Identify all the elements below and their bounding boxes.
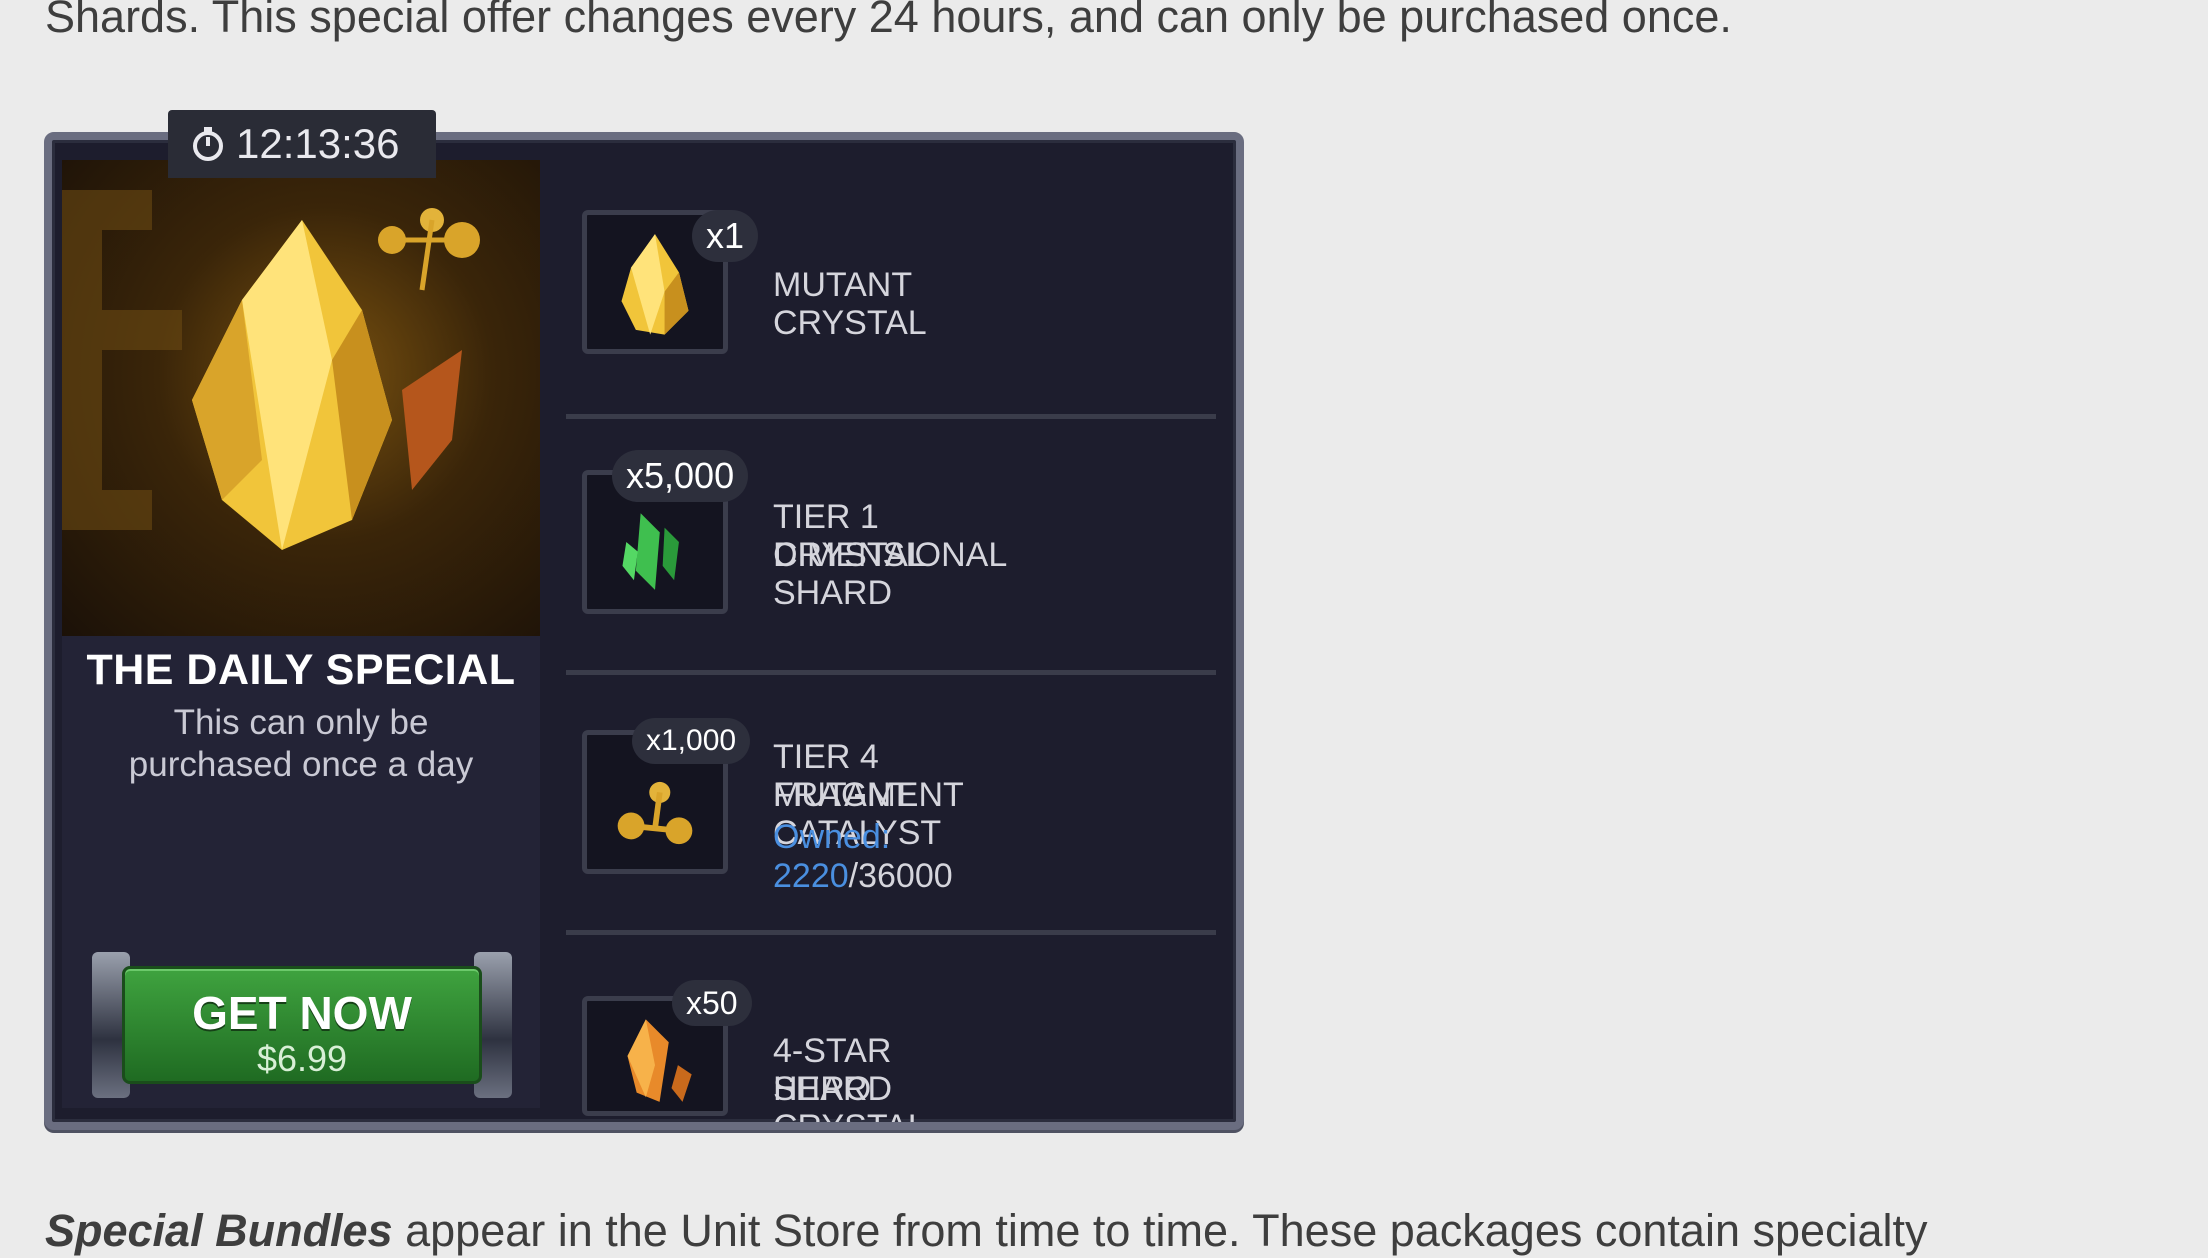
timer-value: 12:13:36 (236, 120, 400, 167)
owned-count: Owned: 2220/36000 (773, 818, 953, 896)
daily-special-card: THE DAILY SPECIAL This can only be purch… (44, 132, 1244, 1130)
bundles-paragraph: Special Bundles appear in the Unit Store… (45, 1204, 1928, 1258)
get-now-price[interactable]: $6.99 (92, 1038, 512, 1080)
offer-timer: 12:13:36 (168, 110, 436, 178)
offer-subtitle-line2: purchased once a day (128, 745, 474, 784)
offer-subtitle-line1: This can only be (173, 703, 429, 742)
item-quantity-badge: x1,000 (632, 718, 751, 764)
item-divider (566, 930, 1216, 935)
item-name-line2: CRYSTAL SHARD (773, 536, 926, 612)
item-name-line2: SHARD (773, 1070, 893, 1108)
owned-value: 2220 (773, 857, 849, 895)
bundles-text: appear in the Unit Store from time to ti… (392, 1205, 1928, 1256)
owned-label: Owned: (773, 818, 891, 856)
get-now-label[interactable]: GET NOW (92, 986, 512, 1040)
stopwatch-icon (193, 127, 223, 161)
bundles-heading: Special Bundles (45, 1205, 393, 1256)
item-divider (566, 670, 1216, 675)
mutant-crystal-artwork (62, 160, 540, 636)
item-name-line2: FRAGMENT (773, 776, 964, 814)
crystal-illustration (62, 190, 480, 550)
get-now-button[interactable]: GET NOW $6.99 (92, 952, 512, 1098)
intro-paragraph: Shards. This special offer changes every… (45, 0, 1732, 42)
item-quantity-badge: x1 (692, 210, 759, 262)
offer-title: THE DAILY SPECIAL (86, 646, 516, 694)
item-divider (566, 414, 1216, 419)
item-quantity-badge: x50 (672, 980, 752, 1026)
owned-total: /36000 (848, 857, 953, 895)
item-quantity-badge: x5,000 (612, 450, 749, 502)
offer-summary-panel: THE DAILY SPECIAL This can only be purch… (62, 160, 540, 1108)
item-name-line1: MUTANT CRYSTAL (773, 266, 927, 342)
offer-subtitle: This can only be purchased once a day (102, 702, 500, 786)
